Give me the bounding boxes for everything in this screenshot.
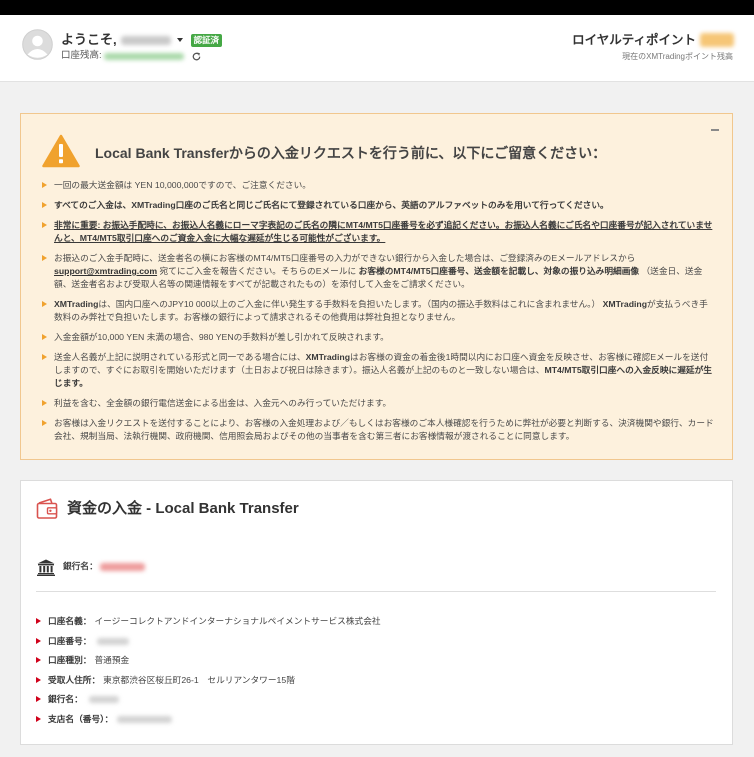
triangle-right-icon bbox=[36, 637, 41, 644]
notice-text: 宛てにご入金を報告ください。そちらのEメールに bbox=[157, 266, 359, 276]
triangle-right-icon bbox=[36, 696, 41, 703]
redacted-bank-name bbox=[88, 696, 119, 704]
notice-list: 一回の最大送金額は YEN 10,000,000ですので、ご注意ください。 すべ… bbox=[42, 179, 714, 443]
divider bbox=[36, 591, 716, 592]
triangle-right-icon bbox=[42, 400, 47, 406]
notice-item: お客様は入金リクエストを送付することにより、お客様の入金処理および／もしくはお客… bbox=[42, 417, 714, 443]
detail-row-recipient-address: 受取人住所： 東京都渋谷区桜丘町26-1 セルリアンタワー15階 bbox=[36, 674, 716, 687]
refresh-icon[interactable] bbox=[192, 52, 201, 61]
detail-label: 支店名（番号）： bbox=[48, 713, 114, 724]
notice-text: 利益を含む、全金額の銀行電信送金による出金は、入金元へのみ行っていただけます。 bbox=[54, 398, 392, 408]
deposit-notice-panel: Local Bank Transferからの入金リクエストを行う前に、以下にご留… bbox=[20, 113, 733, 460]
bank-name-row: 銀行名： bbox=[63, 560, 145, 573]
notice-item: すべてのご入金は、XMTrading口座のご氏名と同じご氏名にて登録されている口… bbox=[42, 199, 714, 212]
triangle-right-icon bbox=[42, 222, 47, 228]
detail-row-branch: 支店名（番号）： bbox=[36, 713, 716, 726]
triangle-right-icon bbox=[36, 657, 41, 664]
detail-label: 口座種別： bbox=[48, 655, 92, 666]
triangle-right-icon bbox=[36, 715, 41, 722]
notice-text: お客様は入金リクエストを送付することにより、お客様の入金処理および／もしくはお客… bbox=[54, 418, 714, 441]
triangle-right-icon bbox=[42, 182, 47, 188]
redacted-username bbox=[120, 35, 171, 45]
notice-text: 一回の最大送金額は YEN 10,000,000ですので、ご注意ください。 bbox=[54, 180, 311, 190]
notice-item: 一回の最大送金額は YEN 10,000,000ですので、ご注意ください。 bbox=[42, 179, 714, 192]
detail-label: 口座番号： bbox=[48, 635, 92, 646]
detail-value: 東京都渋谷区桜丘町26-1 セルリアンタワー15階 bbox=[103, 674, 295, 685]
deposit-card: 資金の入金 - Local Bank Transfer 銀行名： 口座名義： イー… bbox=[20, 480, 733, 745]
triangle-right-icon bbox=[42, 420, 47, 426]
detail-row-account-holder: 口座名義： イージーコレクトアンドインターナショナルペイメントサービス株式会社 bbox=[36, 615, 716, 628]
redacted-balance bbox=[103, 52, 184, 60]
account-header: ようこそ, 認証済 口座残高: ロイヤルティポイント 現在のXMTradingポ… bbox=[0, 15, 754, 82]
user-menu-toggle[interactable]: ようこそ, 認証済 bbox=[61, 31, 223, 49]
bank-building-icon bbox=[37, 559, 55, 576]
user-avatar-icon bbox=[22, 29, 53, 60]
top-bar bbox=[0, 0, 754, 15]
notice-text: は、国内口座へのJPY10 000以上のご入金に伴い発生する手数料を負担いたしま… bbox=[98, 299, 603, 309]
bank-name-label: 銀行名： bbox=[63, 561, 98, 571]
notice-item: お振込のご入金手配時に、送金者名の横にお客様のMT4/MT5口座番号の入力ができ… bbox=[42, 252, 714, 291]
notice-text-bold: XMTrading bbox=[54, 299, 99, 309]
notice-text: 入金金額が10,000 YEN 未満の場合、980 YENの手数料が差し引かれて… bbox=[54, 332, 389, 342]
deposit-title: 資金の入金 - Local Bank Transfer bbox=[67, 500, 299, 517]
detail-label: 受取人住所： bbox=[48, 674, 101, 685]
triangle-right-icon bbox=[42, 202, 47, 208]
loyalty-subtitle: 現在のXMTradingポイント残高 bbox=[622, 52, 733, 61]
detail-row-account-number: 口座番号： bbox=[36, 635, 716, 648]
warning-triangle-icon bbox=[42, 134, 80, 168]
loyalty-points: ロイヤルティポイント bbox=[572, 31, 734, 49]
notice-text-important: 非常に重要: お振込手配時に、お振込人名義にローマ字表記のご氏名の隣にMT4/M… bbox=[54, 220, 713, 243]
loyalty-title: ロイヤルティポイント bbox=[572, 33, 696, 47]
detail-value: 普通預金 bbox=[94, 655, 130, 666]
notice-item: XMTradingは、国内口座へのJPY10 000以上のご入金に伴い発生する手… bbox=[42, 298, 714, 324]
minus-icon bbox=[711, 129, 719, 131]
redacted-bank-name bbox=[99, 562, 145, 571]
detail-row-account-type: 口座種別： 普通預金 bbox=[36, 654, 716, 667]
bank-details-list: 口座名義： イージーコレクトアンドインターナショナルペイメントサービス株式会社 口… bbox=[36, 615, 716, 733]
collapse-button[interactable] bbox=[709, 124, 721, 136]
balance-row: 口座残高: bbox=[61, 50, 201, 62]
notice-text-bold: XMTrading bbox=[305, 352, 350, 362]
notice-text: お振込のご入金手配時に、送金者名の横にお客様のMT4/MT5口座番号の入力ができ… bbox=[54, 253, 636, 263]
notice-text-bold: すべてのご入金は、XMTrading口座のご氏名と同じご氏名にて登録されている口… bbox=[54, 200, 609, 210]
triangle-right-icon bbox=[42, 255, 47, 261]
redacted-branch-name bbox=[117, 715, 173, 723]
redacted-loyalty-points bbox=[700, 33, 734, 47]
welcome-label: ようこそ, bbox=[61, 32, 117, 47]
caret-down-icon bbox=[176, 38, 183, 42]
triangle-right-icon bbox=[42, 334, 47, 340]
notice-item: 非常に重要: お振込手配時に、お振込人名義にローマ字表記のご氏名の隣にMT4/M… bbox=[42, 219, 714, 245]
notice-title: Local Bank Transferからの入金リクエストを行う前に、以下にご留… bbox=[95, 145, 607, 161]
notice-text-bold: XMTrading bbox=[602, 299, 648, 309]
notice-text-bold: お客様のMT4/MT5口座番号、送金額を記載し、対象の振り込み明細画像 bbox=[358, 266, 640, 276]
notice-item: 入金金額が10,000 YEN 未満の場合、980 YENの手数料が差し引かれて… bbox=[42, 331, 714, 344]
redacted-account-number bbox=[97, 637, 130, 645]
triangle-right-icon bbox=[36, 676, 41, 683]
detail-label: 銀行名： bbox=[48, 694, 83, 705]
verified-badge: 認証済 bbox=[190, 33, 223, 47]
detail-label: 口座名義： bbox=[48, 616, 92, 626]
triangle-right-icon bbox=[42, 354, 47, 360]
support-email-link[interactable]: support@xmtrading.com bbox=[54, 266, 157, 276]
balance-label: 口座残高: bbox=[61, 50, 102, 61]
detail-value: イージーコレクトアンドインターナショナルペイメントサービス株式会社 bbox=[94, 616, 381, 626]
detail-row-bank-name: 銀行名： bbox=[36, 693, 716, 706]
notice-text: 送金人名義が上記に説明されている形式と同一である場合には、 bbox=[54, 352, 306, 362]
triangle-right-icon bbox=[36, 618, 41, 624]
notice-item: 送金人名義が上記に説明されている形式と同一である場合には、XMTradingはお… bbox=[42, 351, 714, 390]
wallet-icon bbox=[36, 497, 58, 520]
triangle-right-icon bbox=[42, 301, 47, 307]
notice-item: 利益を含む、全金額の銀行電信送金による出金は、入金元へのみ行っていただけます。 bbox=[42, 397, 714, 410]
